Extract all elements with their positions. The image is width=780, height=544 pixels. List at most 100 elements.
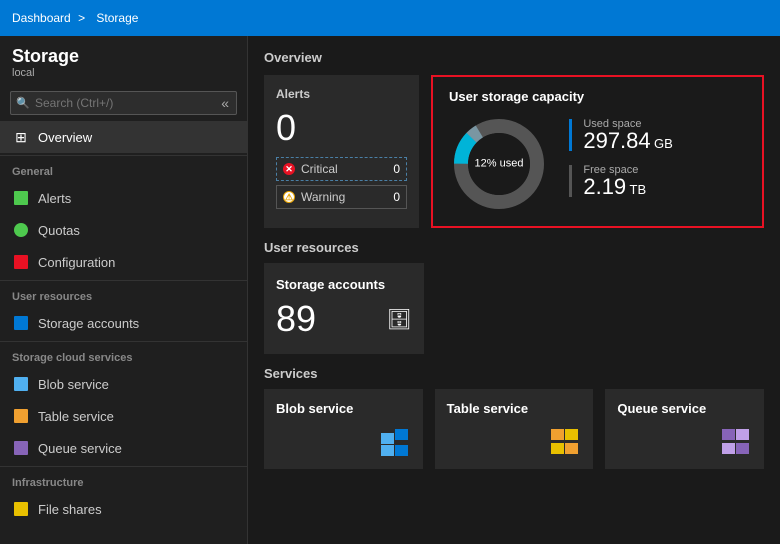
sidebar-item-overview[interactable]: ⊞ Overview bbox=[0, 121, 247, 153]
warning-label: Warning bbox=[301, 190, 387, 204]
services-row: Blob service Table service bbox=[264, 389, 764, 469]
storage-num-row: 89 🗄 bbox=[276, 298, 412, 340]
services-title: Services bbox=[264, 366, 764, 381]
blob-service-icon-wrap bbox=[276, 417, 411, 457]
critical-alert-row: ✕ Critical 0 bbox=[276, 157, 407, 181]
sidebar-item-alerts[interactable]: Alerts bbox=[0, 182, 247, 214]
blob-service-icon bbox=[12, 375, 30, 393]
sidebar: Storage local 🔍 « ⊞ Overview General bbox=[0, 36, 248, 544]
alerts-card-title: Alerts bbox=[276, 87, 407, 101]
capacity-title: User storage capacity bbox=[449, 89, 746, 104]
storage-accounts-count: 89 bbox=[276, 298, 316, 340]
sidebar-item-file-shares[interactable]: File shares bbox=[0, 493, 247, 525]
donut-label: 12% used bbox=[475, 157, 524, 170]
configuration-icon bbox=[12, 253, 30, 271]
breadcrumb-sep: > bbox=[78, 11, 85, 25]
alerts-icon bbox=[12, 189, 30, 207]
nav-table-service-label: Table service bbox=[38, 409, 114, 424]
table-service-icon-wrap bbox=[447, 417, 582, 457]
used-space-value-row: 297.84 GB bbox=[583, 130, 672, 152]
storage-accounts-card: Storage accounts 89 🗄 bbox=[264, 263, 424, 354]
capacity-card: User storage capacity bbox=[431, 75, 764, 228]
free-space-value: 2.19 bbox=[583, 174, 626, 199]
main-layout: Storage local 🔍 « ⊞ Overview General bbox=[0, 36, 780, 544]
storage-accounts-card-title: Storage accounts bbox=[276, 277, 412, 292]
sidebar-item-quotas[interactable]: Quotas bbox=[0, 214, 247, 246]
critical-icon: ✕ bbox=[283, 163, 295, 175]
sidebar-item-storage-accounts[interactable]: Storage accounts bbox=[0, 307, 247, 339]
blob-service-card: Blob service bbox=[264, 389, 423, 469]
free-space-value-row: 2.19 TB bbox=[583, 176, 646, 198]
queue-service-icon bbox=[722, 429, 752, 457]
breadcrumb-dashboard[interactable]: Dashboard bbox=[12, 11, 71, 25]
nav-configuration-label: Configuration bbox=[38, 255, 115, 270]
blob-service-label: Blob service bbox=[276, 401, 411, 416]
overview-icon: ⊞ bbox=[12, 128, 30, 146]
table-service-icon bbox=[551, 429, 581, 457]
used-space-info: Used space 297.84 GB bbox=[583, 118, 672, 152]
queue-service-card: Queue service bbox=[605, 389, 764, 469]
sidebar-nav: ⊞ Overview General Alerts Quotas bbox=[0, 121, 247, 544]
blob-service-icon bbox=[381, 429, 411, 457]
critical-count: 0 bbox=[393, 162, 400, 176]
nav-queue-service-label: Queue service bbox=[38, 441, 122, 456]
file-shares-icon bbox=[12, 500, 30, 518]
table-service-label: Table service bbox=[447, 401, 582, 416]
section-general: General bbox=[0, 155, 247, 182]
warning-count: 0 bbox=[393, 190, 400, 204]
storage-accounts-icon-inline: 🗄 bbox=[387, 307, 412, 332]
free-space-info: Free space 2.19 TB bbox=[583, 164, 646, 198]
collapse-button[interactable]: « bbox=[213, 91, 237, 115]
critical-label: Critical bbox=[301, 162, 387, 176]
breadcrumb: Dashboard > Storage bbox=[12, 11, 142, 25]
sidebar-item-table-service[interactable]: Table service bbox=[0, 400, 247, 432]
search-wrap: 🔍 bbox=[10, 91, 237, 115]
capacity-content: User storage capacity bbox=[449, 89, 746, 214]
free-space-bar bbox=[569, 165, 572, 197]
search-input[interactable] bbox=[10, 91, 237, 115]
used-space-unit: GB bbox=[654, 136, 673, 151]
sidebar-item-blob-service[interactable]: Blob service bbox=[0, 368, 247, 400]
queue-service-label: Queue service bbox=[617, 401, 752, 416]
main-content: Overview Alerts 0 ✕ Critical 0 ⚠ Warning… bbox=[248, 36, 780, 544]
table-service-card: Table service bbox=[435, 389, 594, 469]
storage-accounts-icon bbox=[12, 314, 30, 332]
sidebar-item-queue-service[interactable]: Queue service bbox=[0, 432, 247, 464]
search-row: 🔍 « bbox=[10, 91, 237, 115]
user-resources-row: Storage accounts 89 🗄 bbox=[264, 263, 764, 354]
queue-service-icon bbox=[12, 439, 30, 457]
capacity-inner: 12% used Used space 297.84 GB bbox=[449, 114, 746, 214]
nav-file-shares-label: File shares bbox=[38, 502, 102, 517]
sidebar-header: Storage local bbox=[0, 36, 247, 85]
section-storage-cloud: Storage cloud services bbox=[0, 341, 247, 368]
nav-quotas-label: Quotas bbox=[38, 223, 80, 238]
warning-icon: ⚠ bbox=[283, 191, 295, 203]
section-user-resources: User resources bbox=[0, 280, 247, 307]
sidebar-item-configuration[interactable]: Configuration bbox=[0, 246, 247, 278]
used-space-value: 297.84 bbox=[583, 128, 650, 153]
overview-title: Overview bbox=[264, 50, 764, 65]
donut-chart: 12% used bbox=[449, 114, 549, 214]
nav-blob-service-label: Blob service bbox=[38, 377, 109, 392]
search-icon: 🔍 bbox=[16, 97, 30, 110]
queue-service-icon-wrap bbox=[617, 417, 752, 457]
table-service-icon bbox=[12, 407, 30, 425]
sidebar-search-wrap: 🔍 « bbox=[0, 85, 247, 121]
warning-alert-row: ⚠ Warning 0 bbox=[276, 185, 407, 209]
alerts-count: 0 bbox=[276, 107, 407, 149]
free-space-unit: TB bbox=[630, 182, 647, 197]
user-resources-title: User resources bbox=[264, 240, 764, 255]
capacity-stats: Used space 297.84 GB Fr bbox=[569, 118, 746, 210]
breadcrumb-storage: Storage bbox=[96, 11, 138, 25]
free-space-stat: Free space 2.19 TB bbox=[569, 164, 746, 198]
section-infrastructure: Infrastructure bbox=[0, 466, 247, 493]
used-space-stat: Used space 297.84 GB bbox=[569, 118, 746, 152]
used-space-bar bbox=[569, 119, 572, 151]
sidebar-subtitle: local bbox=[12, 67, 235, 79]
quotas-icon bbox=[12, 221, 30, 239]
nav-overview-label: Overview bbox=[38, 130, 92, 145]
alerts-card: Alerts 0 ✕ Critical 0 ⚠ Warning 0 bbox=[264, 75, 419, 228]
overview-row: Alerts 0 ✕ Critical 0 ⚠ Warning 0 User s… bbox=[264, 75, 764, 228]
nav-storage-accounts-label: Storage accounts bbox=[38, 316, 139, 331]
sidebar-title: Storage bbox=[12, 46, 235, 67]
